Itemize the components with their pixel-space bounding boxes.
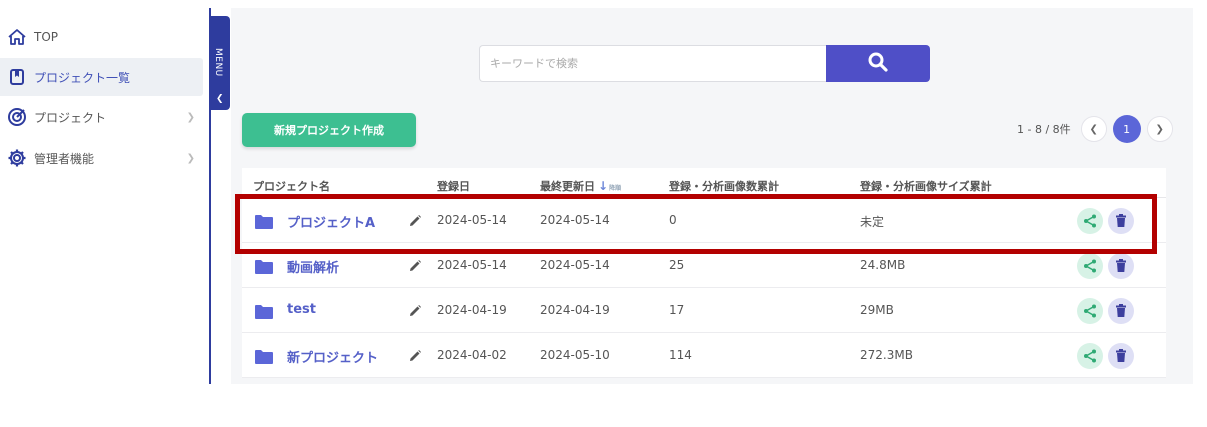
share-button[interactable] bbox=[1077, 208, 1103, 234]
sidebar-item-project[interactable]: プロジェクト ❯ bbox=[0, 98, 203, 136]
folder-icon bbox=[254, 214, 274, 234]
project-list-icon bbox=[6, 66, 28, 88]
image-size: 29MB bbox=[860, 303, 894, 317]
share-icon bbox=[1084, 259, 1096, 273]
main-content: 新規プロジェクト作成 1 - 8 / 8件 ❮ 1 ❯ プロジェクト名 登録日 … bbox=[231, 8, 1193, 384]
share-icon bbox=[1084, 304, 1096, 318]
search-button[interactable] bbox=[826, 45, 930, 82]
sidebar-item-label: 管理者機能 bbox=[34, 151, 95, 166]
search-input[interactable] bbox=[479, 45, 826, 82]
registered-date: 2024-04-19 bbox=[437, 303, 507, 317]
project-name-link[interactable]: プロジェクトA bbox=[287, 212, 375, 231]
image-size: 未定 bbox=[860, 215, 885, 229]
trash-icon bbox=[1116, 214, 1126, 227]
search-bar bbox=[479, 45, 930, 82]
updated-date: 2024-04-19 bbox=[540, 303, 610, 317]
pagination: 1 - 8 / 8件 ❮ 1 ❯ bbox=[1017, 115, 1173, 143]
share-button[interactable] bbox=[1077, 343, 1103, 369]
registered-date: 2024-05-14 bbox=[437, 213, 507, 227]
home-icon bbox=[6, 26, 28, 48]
table-row[interactable]: 新プロジェクト 2024-04-02 2024-05-10 114 272.3M… bbox=[242, 333, 1166, 378]
menu-toggle-tab[interactable]: MENU ❮ bbox=[210, 16, 230, 110]
edit-icon[interactable] bbox=[408, 258, 422, 277]
updated-date: 2024-05-14 bbox=[540, 258, 610, 272]
image-size: 272.3MB bbox=[860, 348, 913, 362]
folder-icon bbox=[254, 304, 274, 324]
edit-icon[interactable] bbox=[408, 213, 422, 232]
image-count: 0 bbox=[669, 213, 677, 227]
project-name-link[interactable]: 新プロジェクト bbox=[287, 347, 378, 366]
sidebar: TOP プロジェクト一覧 プロジェクト ❯ 管理者機能 ❯ bbox=[0, 0, 210, 384]
table-header: プロジェクト名 登録日 最終更新日 ↓降順 登録・分析画像数累計 登録・分析画像サ… bbox=[242, 168, 1166, 198]
sidebar-item-project-list[interactable]: プロジェクト一覧 bbox=[0, 58, 203, 96]
sidebar-item-top[interactable]: TOP bbox=[0, 18, 203, 56]
column-header-image-size[interactable]: 登録・分析画像サイズ累計 bbox=[860, 178, 992, 194]
delete-button[interactable] bbox=[1108, 343, 1134, 369]
chevron-left-icon: ❮ bbox=[216, 94, 224, 104]
registered-date: 2024-05-14 bbox=[437, 258, 507, 272]
prev-page-button[interactable]: ❮ bbox=[1080, 116, 1107, 142]
column-header-updated-label: 最終更新日 bbox=[540, 180, 595, 193]
table-row[interactable]: test 2024-04-19 2024-04-19 17 29MB bbox=[242, 288, 1166, 333]
share-icon bbox=[1084, 214, 1096, 228]
image-count: 25 bbox=[669, 258, 685, 272]
column-header-updated[interactable]: 最終更新日 ↓降順 bbox=[540, 178, 621, 194]
target-icon bbox=[6, 106, 28, 128]
updated-date: 2024-05-10 bbox=[540, 348, 610, 362]
page-number-button[interactable]: 1 bbox=[1112, 115, 1141, 143]
gear-icon bbox=[6, 147, 28, 169]
trash-icon bbox=[1116, 349, 1126, 362]
chevron-right-icon: ❯ bbox=[186, 111, 195, 123]
registered-date: 2024-04-02 bbox=[437, 348, 507, 362]
sort-order-label: 降順 bbox=[609, 185, 622, 192]
chevron-right-icon: ❯ bbox=[186, 152, 195, 164]
image-count: 17 bbox=[669, 303, 685, 317]
image-count: 114 bbox=[669, 348, 692, 362]
folder-icon bbox=[254, 259, 274, 279]
column-header-registered[interactable]: 登録日 bbox=[437, 178, 470, 194]
delete-button[interactable] bbox=[1108, 253, 1134, 279]
share-icon bbox=[1084, 349, 1096, 363]
trash-icon bbox=[1116, 304, 1126, 317]
share-button[interactable] bbox=[1077, 253, 1103, 279]
updated-date: 2024-05-14 bbox=[540, 213, 610, 227]
new-project-button[interactable]: 新規プロジェクト作成 bbox=[242, 113, 416, 147]
search-icon bbox=[868, 52, 888, 76]
sidebar-item-label: TOP bbox=[34, 30, 59, 44]
project-name-link[interactable]: 動画解析 bbox=[287, 257, 339, 276]
share-button[interactable] bbox=[1077, 298, 1103, 324]
project-name-link[interactable]: test bbox=[287, 302, 316, 317]
trash-icon bbox=[1116, 259, 1126, 272]
next-page-button[interactable]: ❯ bbox=[1146, 116, 1173, 142]
delete-button[interactable] bbox=[1108, 298, 1134, 324]
pagination-count: 1 - 8 / 8件 bbox=[1017, 123, 1071, 136]
column-header-image-count[interactable]: 登録・分析画像数累計 bbox=[669, 178, 779, 194]
sort-desc-icon[interactable]: ↓ bbox=[598, 179, 608, 193]
edit-icon[interactable] bbox=[408, 303, 422, 322]
sidebar-item-admin[interactable]: 管理者機能 ❯ bbox=[0, 139, 203, 177]
menu-tab-label: MENU bbox=[213, 48, 223, 77]
delete-button[interactable] bbox=[1108, 208, 1134, 234]
image-size: 24.8MB bbox=[860, 258, 906, 272]
project-table: プロジェクト名 登録日 最終更新日 ↓降順 登録・分析画像数累計 登録・分析画像サ… bbox=[242, 168, 1166, 378]
table-row[interactable]: 動画解析 2024-05-14 2024-05-14 25 24.8MB bbox=[242, 243, 1166, 288]
folder-icon bbox=[254, 349, 274, 369]
table-row[interactable]: プロジェクトA 2024-05-14 2024-05-14 0 未定 bbox=[242, 198, 1166, 243]
edit-icon[interactable] bbox=[408, 348, 422, 367]
sidebar-item-label: プロジェクト bbox=[34, 110, 107, 125]
column-header-name[interactable]: プロジェクト名 bbox=[253, 178, 330, 194]
sidebar-item-label: プロジェクト一覧 bbox=[34, 70, 131, 85]
